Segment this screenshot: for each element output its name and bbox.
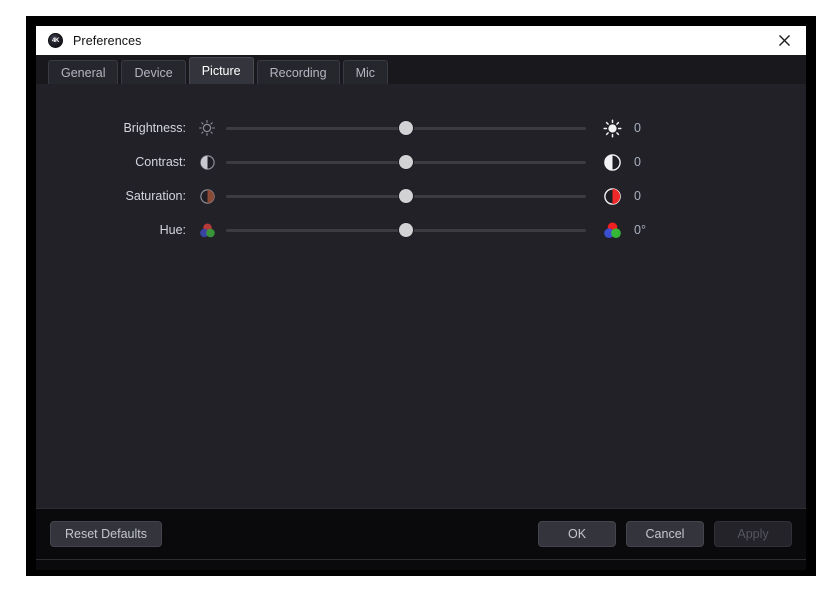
saturation-low-icon [196, 185, 218, 207]
dialog-footer: Reset Defaults OK Cancel Apply [36, 508, 806, 560]
row-saturation: Saturation: 0 [36, 179, 806, 213]
contrast-slider-thumb[interactable] [399, 155, 413, 169]
tab-recording[interactable]: Recording [256, 60, 340, 84]
hue-low-icon [196, 219, 218, 241]
hue-high-icon [600, 219, 624, 241]
apply-button: Apply [714, 521, 792, 547]
contrast-slider[interactable] [226, 152, 586, 172]
close-icon [778, 35, 790, 46]
app-logo-4k-icon: 4K [48, 33, 63, 48]
row-brightness: Brightness: 0 [36, 111, 806, 145]
hue-slider-thumb[interactable] [399, 223, 413, 237]
brightness-value: 0 [634, 121, 641, 135]
window-title: Preferences [73, 33, 142, 48]
tab-bar: General Device Picture Recording Mic [36, 55, 806, 84]
brightness-slider[interactable] [226, 118, 586, 138]
picture-settings-panel: Brightness: 0 Contrast: 0 Saturation: 0 … [36, 84, 806, 508]
tab-mic[interactable]: Mic [342, 60, 389, 84]
title-bar: 4K Preferences [36, 26, 806, 55]
saturation-slider-thumb[interactable] [399, 189, 413, 203]
saturation-high-icon [600, 185, 624, 207]
hue-slider[interactable] [226, 220, 586, 240]
app-logo-label: 4K [51, 37, 60, 44]
saturation-value: 0 [634, 189, 641, 203]
contrast-label: Contrast: [135, 155, 186, 169]
footer-bottom-fill [36, 560, 806, 570]
brightness-label: Brightness: [123, 121, 186, 135]
slider-list: Brightness: 0 Contrast: 0 Saturation: 0 … [36, 111, 806, 247]
ok-button[interactable]: OK [538, 521, 616, 547]
contrast-low-icon [196, 151, 218, 173]
cancel-button[interactable]: Cancel [626, 521, 704, 547]
hue-label: Hue: [159, 223, 186, 237]
contrast-value: 0 [634, 155, 641, 169]
brightness-high-icon [600, 117, 624, 139]
reset-defaults-button[interactable]: Reset Defaults [50, 521, 162, 547]
preferences-dialog: 4K Preferences General Device Picture Re… [36, 26, 806, 570]
row-contrast: Contrast: 0 [36, 145, 806, 179]
tab-general[interactable]: General [48, 60, 119, 84]
saturation-slider[interactable] [226, 186, 586, 206]
saturation-label: Saturation: [125, 189, 186, 203]
tab-device[interactable]: Device [121, 60, 186, 84]
tab-picture[interactable]: Picture [188, 57, 254, 84]
brightness-low-icon [196, 117, 218, 139]
hue-value: 0° [634, 223, 646, 237]
row-hue: Hue: 0° [36, 213, 806, 247]
brightness-slider-thumb[interactable] [399, 121, 413, 135]
contrast-high-icon [600, 151, 624, 173]
close-window-button[interactable] [762, 26, 806, 55]
